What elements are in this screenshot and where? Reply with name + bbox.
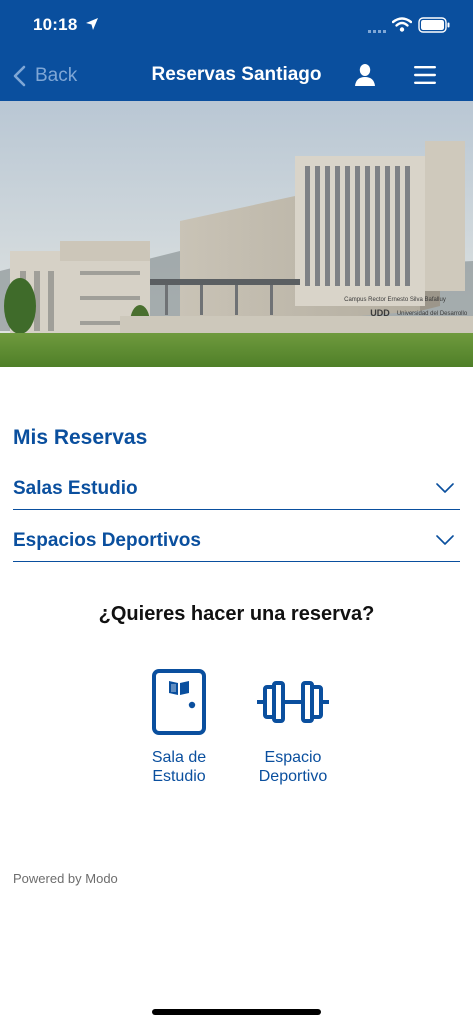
home-indicator[interactable] [152,1009,321,1015]
wifi-icon [392,17,412,32]
page-title: Reservas Santiago [151,64,322,85]
campus-sign-text: Campus Rector Ernesto Silva Bafalluy [344,297,446,303]
hamburger-menu-icon[interactable] [414,66,436,84]
option-label-line2: Deportivo [258,768,328,785]
accordion-salas-estudio[interactable]: Salas Estudio [13,468,460,510]
university-logo: UDD [370,308,390,318]
option-label-line2: Estudio [152,768,206,785]
university-sign-text: Universidad del Desarrollo [397,311,468,317]
battery-icon [418,17,450,33]
dumbbell-icon [257,681,329,723]
option-sala-de-estudio[interactable]: Sala de Estudio [124,668,234,786]
status-time: 10:18 [33,15,78,34]
campus-hero-image: Campus Rector Ernesto Silva Bafalluy Uni… [0,101,473,367]
cellular-signal-icon [368,30,386,33]
accordion-label: Espacios Deportivos [13,529,201,551]
app-header: 10:18 Back Reservas Santiago [0,0,473,101]
study-room-door-icon [152,669,206,735]
status-bar: 10:18 [0,0,473,50]
powered-by-footer[interactable]: Powered by Modo [13,871,118,886]
my-reservations-title: Mis Reservas [13,426,148,449]
accordion-label: Salas Estudio [13,477,138,499]
option-label-line1: Espacio [264,749,322,766]
chevron-down-icon [436,535,454,545]
chevron-down-icon [436,483,454,493]
booking-prompt: ¿Quieres hacer una reserva? [98,603,375,625]
option-espacio-deportivo[interactable]: Espacio Deportivo [238,668,348,786]
location-arrow-icon [86,18,98,30]
option-label-line1: Sala de [151,749,207,766]
accordion-espacios-deportivos[interactable]: Espacios Deportivos [13,520,460,562]
user-icon[interactable] [354,63,376,87]
